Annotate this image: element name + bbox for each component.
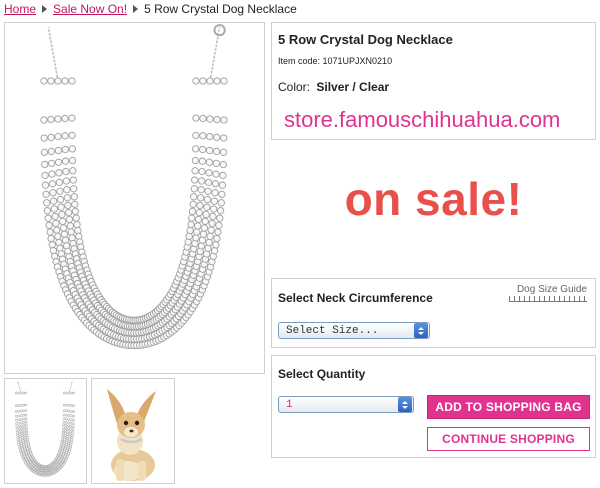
color-label: Color: (278, 80, 311, 94)
continue-shopping-button[interactable]: CONTINUE SHOPPING (427, 427, 590, 451)
breadcrumb-sale-link[interactable]: Sale Now On! (53, 2, 127, 16)
quantity-select[interactable]: 1 (278, 396, 414, 413)
thumbnail-dog[interactable] (91, 378, 175, 484)
chihuahua-thumbnail-image (92, 379, 174, 483)
breadcrumb-current: 5 Row Crystal Dog Necklace (144, 2, 297, 16)
necklace-image (40, 24, 228, 350)
main-product-image[interactable] (4, 22, 265, 374)
breadcrumb-arrow-icon (42, 5, 48, 13)
dog-size-guide-link[interactable]: Dog Size Guide (509, 284, 587, 302)
color-value: Silver / Clear (316, 80, 390, 94)
ruler-icon (509, 296, 587, 302)
neck-size-select[interactable]: Select Size... (278, 322, 430, 339)
neck-heading: Select Neck Circumference (278, 291, 433, 305)
on-sale-banner: on sale! (344, 173, 523, 225)
product-color: Color: Silver / Clear (278, 80, 389, 94)
breadcrumb-home-link[interactable]: Home (4, 2, 36, 16)
breadcrumb-arrow-icon (133, 5, 139, 13)
product-title: 5 Row Crystal Dog Necklace (278, 32, 453, 47)
item-code: Item code: 1071UPJXN0210 (278, 56, 393, 66)
product-info-panel: 5 Row Crystal Dog Necklace Item code: 10… (271, 22, 596, 140)
add-to-shopping-bag-button[interactable]: ADD TO SHOPPING BAG (427, 395, 590, 419)
store-url: store.famouschihuahua.com (284, 107, 561, 132)
necklace-thumbnail-image (14, 380, 76, 477)
quantity-heading: Select Quantity (278, 367, 366, 381)
select-arrows-icon (414, 323, 428, 338)
thumbnail-necklace[interactable] (4, 378, 87, 484)
quantity-select-value: 1 (286, 398, 293, 411)
quantity-panel: Select Quantity 1 ADD TO SHOPPING BAG CO… (271, 355, 596, 458)
select-arrows-icon (398, 397, 412, 412)
neck-size-select-value: Select Size... (286, 324, 379, 337)
breadcrumb: Home Sale Now On! 5 Row Crystal Dog Neck… (4, 1, 297, 17)
size-guide-label: Dog Size Guide (516, 284, 587, 295)
neck-size-panel: Select Neck Circumference Dog Size Guide… (271, 278, 596, 348)
